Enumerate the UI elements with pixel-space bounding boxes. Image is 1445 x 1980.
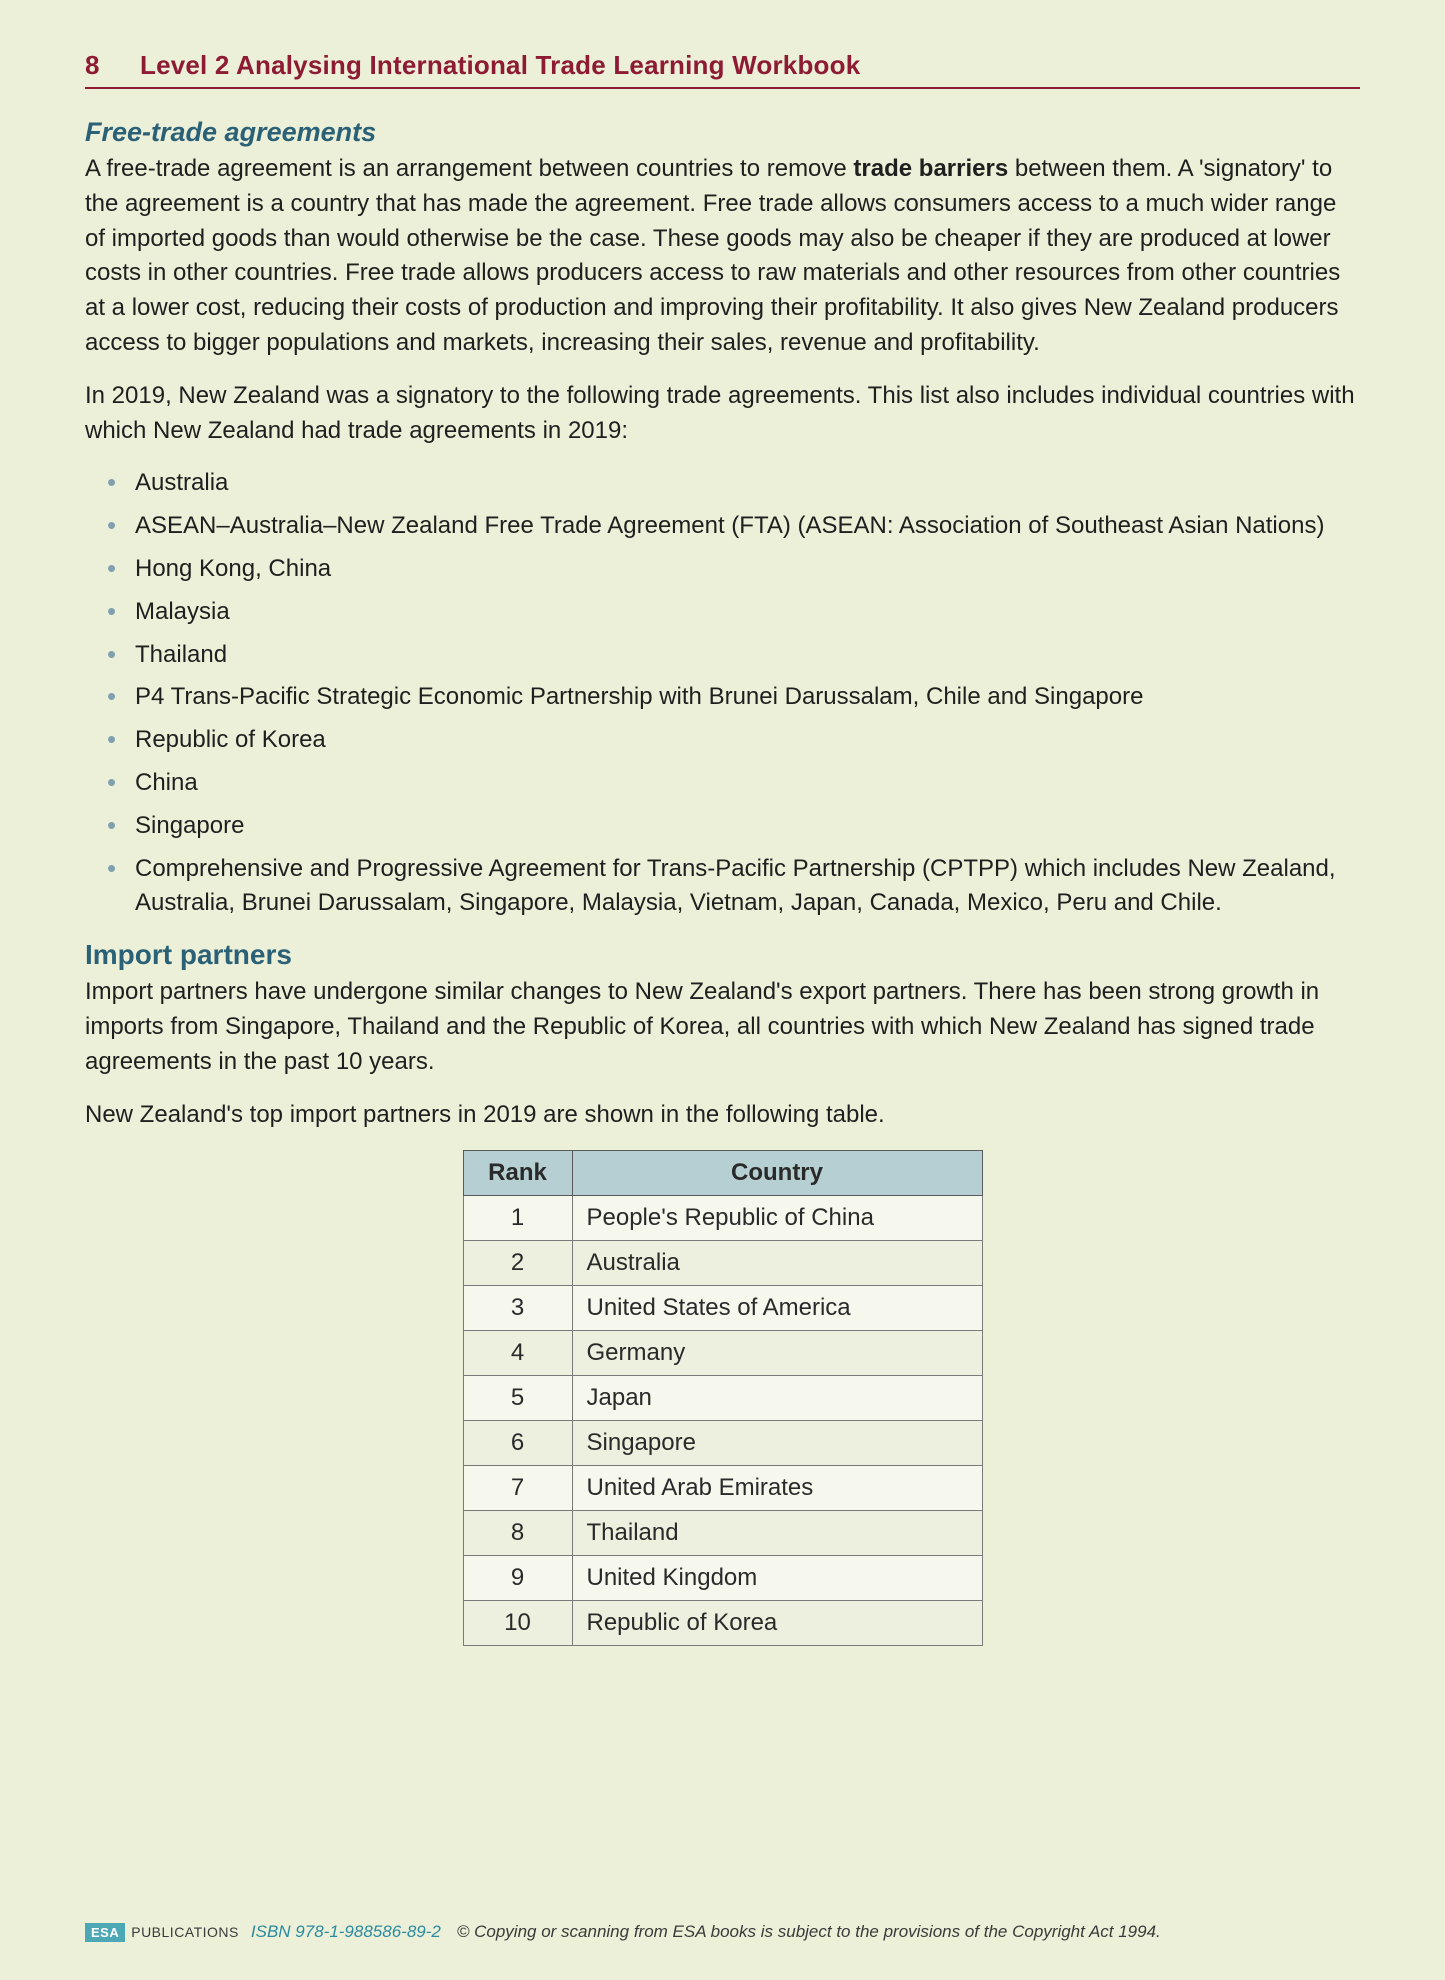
- cell-rank: 8: [463, 1511, 572, 1556]
- list-item: Hong Kong, China: [107, 552, 1360, 587]
- table-row: 7United Arab Emirates: [463, 1466, 982, 1511]
- list-item: Malaysia: [107, 595, 1360, 630]
- para1-b: between them. A 'signatory' to the agree…: [85, 155, 1340, 356]
- page-footer: ESA PUBLICATIONS ISBN 978-1-988586-89-2 …: [85, 1922, 1360, 1942]
- page-header: 8 Level 2 Analysing International Trade …: [85, 50, 1360, 89]
- esa-badge: ESA: [85, 1923, 125, 1942]
- page-number: 8: [85, 50, 140, 81]
- cell-country: Republic of Korea: [572, 1601, 982, 1646]
- table-row: 5Japan: [463, 1376, 982, 1421]
- cell-rank: 7: [463, 1466, 572, 1511]
- para-import-partners: Import partners have undergone similar c…: [85, 975, 1360, 1079]
- cell-country: United Kingdom: [572, 1556, 982, 1601]
- cell-rank: 4: [463, 1331, 572, 1376]
- import-partners-table: Rank Country 1People's Republic of China…: [463, 1150, 983, 1646]
- list-item: China: [107, 766, 1360, 801]
- table-row: 9United Kingdom: [463, 1556, 982, 1601]
- cell-rank: 10: [463, 1601, 572, 1646]
- cell-country: United Arab Emirates: [572, 1466, 982, 1511]
- list-item: Singapore: [107, 809, 1360, 844]
- para-table-intro: New Zealand's top import partners in 201…: [85, 1098, 1360, 1133]
- table-row: 10Republic of Korea: [463, 1601, 982, 1646]
- table-row: 3United States of America: [463, 1286, 982, 1331]
- isbn-text: ISBN 978-1-988586-89-2: [251, 1922, 441, 1942]
- cell-rank: 6: [463, 1421, 572, 1466]
- table-header-rank: Rank: [463, 1151, 572, 1196]
- table-row: 8Thailand: [463, 1511, 982, 1556]
- copyright-text: © Copying or scanning from ESA books is …: [457, 1922, 1161, 1942]
- list-item: Comprehensive and Progressive Agreement …: [107, 852, 1360, 922]
- list-item: Republic of Korea: [107, 723, 1360, 758]
- header-title: Level 2 Analysing International Trade Le…: [140, 50, 860, 81]
- table-header-country: Country: [572, 1151, 982, 1196]
- table-row: 2Australia: [463, 1241, 982, 1286]
- cell-country: United States of America: [572, 1286, 982, 1331]
- cell-country: Australia: [572, 1241, 982, 1286]
- publisher-label: PUBLICATIONS: [131, 1924, 239, 1940]
- cell-rank: 1: [463, 1196, 572, 1241]
- table-row: 6Singapore: [463, 1421, 982, 1466]
- cell-country: Singapore: [572, 1421, 982, 1466]
- agreements-list: Australia ASEAN–Australia–New Zealand Fr…: [85, 466, 1360, 921]
- section-title-free-trade: Free-trade agreements: [85, 117, 1360, 148]
- cell-rank: 2: [463, 1241, 572, 1286]
- table-row: 1People's Republic of China: [463, 1196, 982, 1241]
- cell-rank: 9: [463, 1556, 572, 1601]
- trade-barriers-bold: trade barriers: [853, 155, 1008, 182]
- list-item: P4 Trans-Pacific Strategic Economic Part…: [107, 680, 1360, 715]
- para-freetrade-intro: A free-trade agreement is an arrangement…: [85, 152, 1360, 361]
- cell-country: Germany: [572, 1331, 982, 1376]
- section-title-import-partners: Import partners: [85, 939, 1360, 971]
- cell-rank: 3: [463, 1286, 572, 1331]
- cell-country: Japan: [572, 1376, 982, 1421]
- table-row: 4Germany: [463, 1331, 982, 1376]
- list-item: Australia: [107, 466, 1360, 501]
- cell-country: Thailand: [572, 1511, 982, 1556]
- cell-rank: 5: [463, 1376, 572, 1421]
- list-item: ASEAN–Australia–New Zealand Free Trade A…: [107, 509, 1360, 544]
- cell-country: People's Republic of China: [572, 1196, 982, 1241]
- para-signatory-intro: In 2019, New Zealand was a signatory to …: [85, 379, 1360, 449]
- para1-a: A free-trade agreement is an arrangement…: [85, 155, 853, 182]
- list-item: Thailand: [107, 638, 1360, 673]
